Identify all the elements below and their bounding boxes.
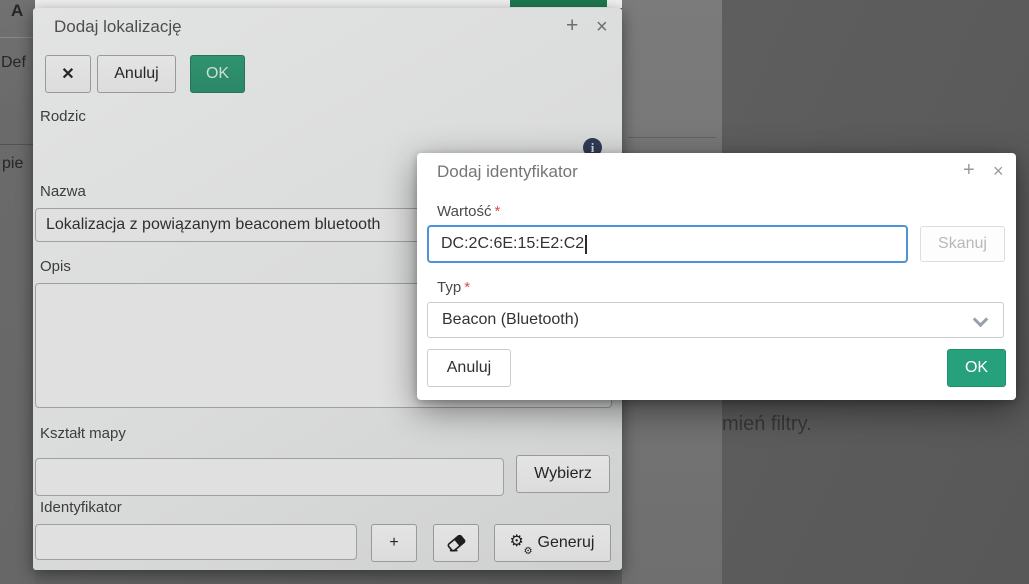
close-button[interactable]: ✕ bbox=[45, 55, 91, 93]
scan-button[interactable]: Skanuj bbox=[920, 226, 1005, 262]
close-icon[interactable]: × bbox=[993, 161, 1004, 181]
cancel-button[interactable]: Anuluj bbox=[427, 349, 511, 387]
background-text-filters: mień filtry. bbox=[722, 413, 812, 436]
required-marker: * bbox=[464, 279, 470, 296]
value-input-text: DC:2C:6E:15:E2:C2 bbox=[441, 235, 584, 253]
background-green-button bbox=[510, 0, 607, 7]
identifier-input[interactable] bbox=[35, 524, 357, 560]
background-divider bbox=[0, 37, 35, 38]
description-label: Opis bbox=[40, 258, 71, 275]
background-text-pie: pie bbox=[2, 155, 23, 173]
generate-label: Generuj bbox=[538, 534, 595, 552]
type-label: Typ* bbox=[437, 279, 470, 296]
map-shape-input[interactable] bbox=[35, 458, 504, 496]
background-text-a: A bbox=[11, 1, 23, 21]
dialog-title: Dodaj identyfikator bbox=[437, 162, 578, 182]
add-identifier-button[interactable]: + bbox=[371, 524, 417, 562]
eraser-icon bbox=[447, 535, 466, 552]
close-icon[interactable]: × bbox=[596, 17, 608, 37]
identifier-label: Identyfikator bbox=[40, 499, 122, 516]
generate-button[interactable]: ⚙ ⚙ Generuj bbox=[494, 524, 611, 562]
expand-icon[interactable]: + bbox=[566, 16, 578, 36]
background-divider bbox=[628, 137, 716, 138]
cross-icon: ✕ bbox=[61, 64, 74, 84]
ok-button[interactable]: OK bbox=[947, 349, 1006, 387]
add-identifier-dialog: Dodaj identyfikator + × Wartość* DC:2C:6… bbox=[417, 153, 1016, 400]
cancel-button[interactable]: Anuluj bbox=[97, 55, 176, 93]
type-select-value: Beacon (Bluetooth) bbox=[442, 311, 579, 329]
required-marker: * bbox=[494, 203, 500, 220]
map-shape-label: Kształt mapy bbox=[40, 425, 126, 442]
value-input[interactable]: DC:2C:6E:15:E2:C2 bbox=[427, 225, 908, 263]
choose-button[interactable]: Wybierz bbox=[516, 455, 610, 493]
type-select[interactable]: Beacon (Bluetooth) bbox=[427, 302, 1004, 338]
dialog-title: Dodaj lokalizację bbox=[54, 17, 182, 37]
background-left-sliver: A Def pie bbox=[0, 0, 35, 584]
parent-label: Rodzic bbox=[40, 108, 86, 125]
background-toolbar-strip bbox=[35, 0, 622, 8]
background-text-def: Def bbox=[1, 54, 26, 72]
clear-identifier-button[interactable] bbox=[433, 524, 479, 562]
gears-icon: ⚙ ⚙ bbox=[511, 534, 531, 553]
expand-icon[interactable]: + bbox=[963, 160, 975, 180]
name-label: Nazwa bbox=[40, 183, 86, 200]
background-divider bbox=[0, 144, 35, 145]
chevron-down-icon bbox=[975, 314, 986, 325]
value-label: Wartość* bbox=[437, 203, 500, 220]
screen: mień filtry. A Def pie Dodaj lokalizację… bbox=[0, 0, 1029, 584]
ok-button[interactable]: OK bbox=[190, 55, 245, 93]
text-cursor bbox=[585, 235, 587, 254]
